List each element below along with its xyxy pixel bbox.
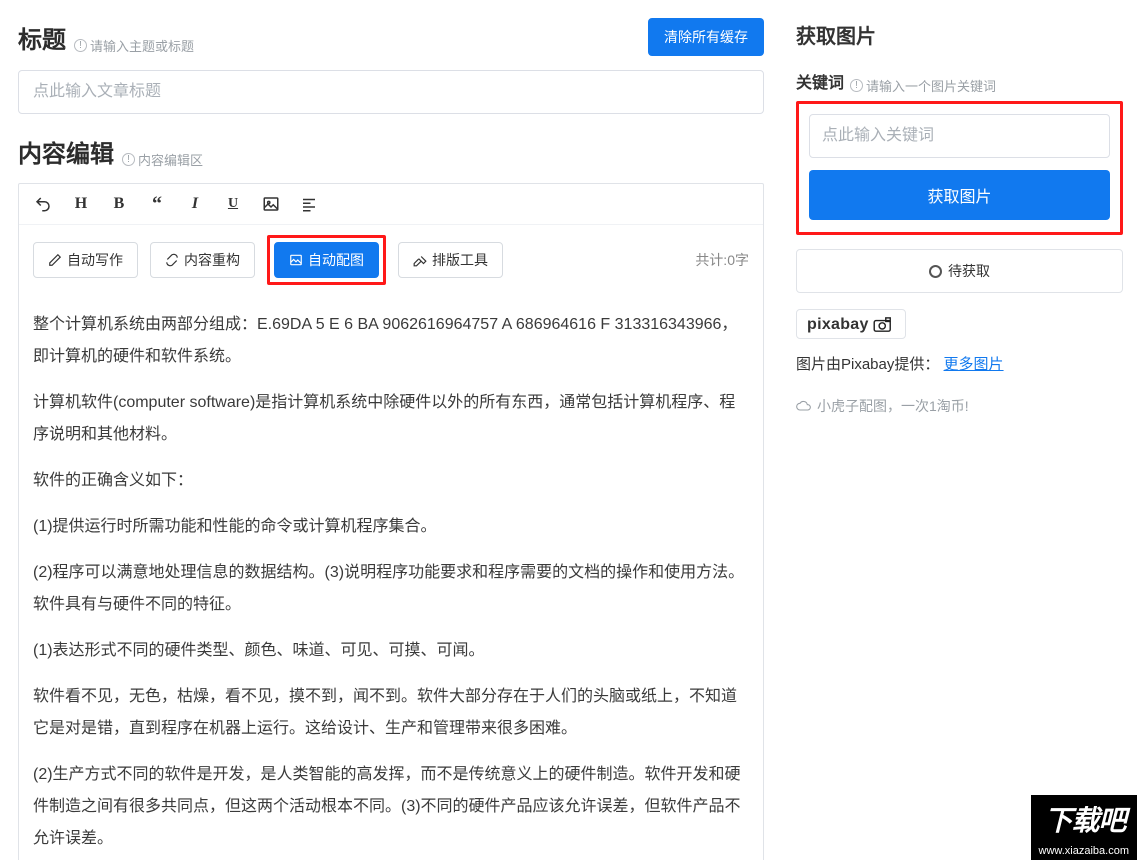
heading-icon[interactable]: H <box>71 194 91 214</box>
content-edit-label: 内容编辑 <box>18 134 114 169</box>
more-images-link[interactable]: 更多图片 <box>944 356 1004 373</box>
auto-image-button[interactable]: 自动配图 <box>274 242 379 278</box>
content-paragraph: 软件的正确含义如下： <box>33 465 749 497</box>
info-icon: ! <box>74 39 87 52</box>
sidebar-title: 获取图片 <box>796 20 1123 49</box>
highlight-auto-image: 自动配图 <box>267 235 386 285</box>
align-left-icon[interactable] <box>299 194 319 214</box>
content-paragraph: (1)提供运行时所需功能和性能的命令或计算机程序集合。 <box>33 511 749 543</box>
quote-icon[interactable]: “ <box>147 194 167 214</box>
content-paragraph: (2)程序可以满意地处理信息的数据结构。(3)说明程序功能要求和程序需要的文档的… <box>33 557 749 621</box>
highlight-keyword-block: 获取图片 <box>796 101 1123 235</box>
watermark: 下载吧 www.xiazaiba.com <box>1031 795 1137 860</box>
image-icon[interactable] <box>261 194 281 214</box>
keyword-hint: ! 请输入一个图片关键词 <box>850 76 996 95</box>
content-paragraph: 软件看不见，无色，枯燥，看不见，摸不到，闻不到。软件大部分存在于人们的头脑或纸上… <box>33 681 749 745</box>
info-icon: ! <box>122 153 135 166</box>
content-area[interactable]: 整个计算机系统由两部分组成：E.69DA 5 E 6 BA 9062616964… <box>19 295 763 860</box>
clear-cache-button[interactable]: 清除所有缓存 <box>648 18 764 56</box>
undo-icon[interactable] <box>33 194 53 214</box>
circle-icon <box>929 265 942 278</box>
format-toolbar: H B “ I U <box>19 184 763 225</box>
content-edit-hint: ! 内容编辑区 <box>122 150 203 169</box>
underline-icon[interactable]: U <box>223 194 243 214</box>
title-hint: ! 请输入主题或标题 <box>74 36 194 55</box>
cloud-icon <box>796 400 812 412</box>
bold-icon[interactable]: B <box>109 194 129 214</box>
editor-box: H B “ I U 自动写作 内容重构 <box>18 183 764 860</box>
action-toolbar: 自动写作 内容重构 自动配图 排版工具 共计:0字 <box>19 225 763 295</box>
footer-note: 小虎子配图，一次1淘币! <box>796 396 1123 416</box>
content-paragraph: (1)表达形式不同的硬件类型、颜色、味道、可见、可摸、可闻。 <box>33 635 749 667</box>
word-count: 共计:0字 <box>695 250 749 270</box>
italic-icon[interactable]: I <box>185 194 205 214</box>
keyword-label: 关键词 <box>796 69 844 93</box>
image-credit: 图片由Pixabay提供： 更多图片 <box>796 353 1123 374</box>
info-icon: ! <box>850 79 863 92</box>
content-paragraph: 整个计算机系统由两部分组成：E.69DA 5 E 6 BA 9062616964… <box>33 309 749 373</box>
pending-status: 待获取 <box>796 249 1123 293</box>
content-paragraph: (2)生产方式不同的软件是开发，是人类智能的高发挥，而不是传统意义上的硬件制造。… <box>33 759 749 855</box>
layout-tool-button[interactable]: 排版工具 <box>398 242 503 278</box>
content-paragraph: 计算机软件(computer software)是指计算机系统中除硬件以外的所有… <box>33 387 749 451</box>
pixabay-badge: pixabay <box>796 309 906 339</box>
article-title-input[interactable] <box>18 70 764 114</box>
keyword-input[interactable] <box>809 114 1110 158</box>
title-label: 标题 <box>18 20 66 55</box>
fetch-image-button[interactable]: 获取图片 <box>809 170 1110 220</box>
restructure-button[interactable]: 内容重构 <box>150 242 255 278</box>
auto-write-button[interactable]: 自动写作 <box>33 242 138 278</box>
camera-icon <box>873 317 895 333</box>
title-section-header: 标题 ! 请输入主题或标题 清除所有缓存 <box>18 18 764 56</box>
